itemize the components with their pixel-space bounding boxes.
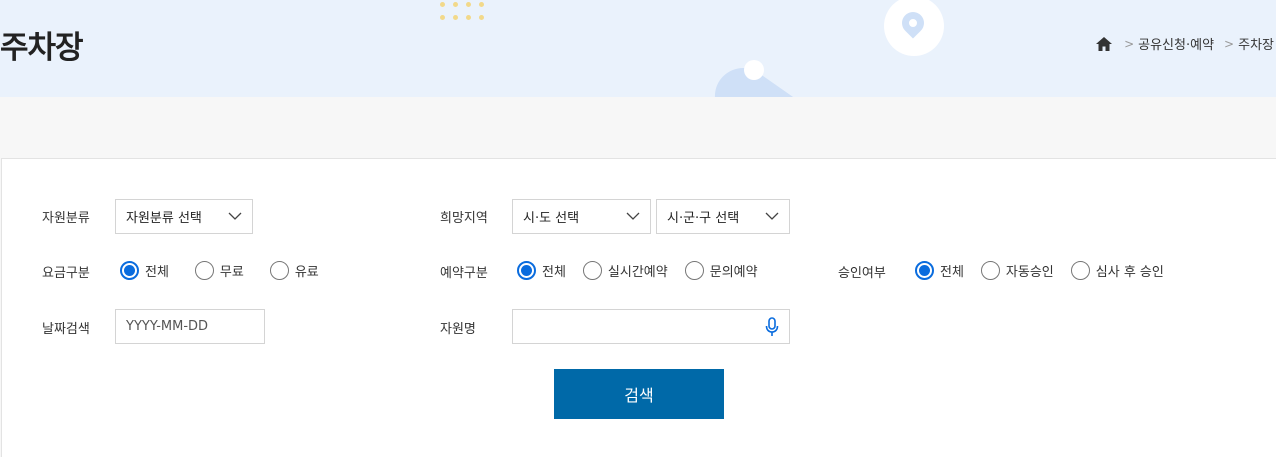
radio-label: 문의예약 — [709, 265, 758, 280]
radio-label: 전체 — [940, 265, 964, 280]
resource-name-input[interactable] — [512, 309, 790, 344]
radio-button[interactable] — [517, 261, 536, 280]
approval-radio-review[interactable]: 심사 후 승인 — [1070, 261, 1164, 280]
fee-radio-paid[interactable]: 유료 — [269, 261, 319, 280]
resource-type-value: 자원분류 선택 — [126, 211, 202, 226]
page-title: 주차장 — [0, 30, 84, 66]
radio-label: 실시간예약 — [607, 265, 668, 280]
reservation-label: 예약구분 — [440, 266, 488, 281]
decorative-dot — [744, 60, 764, 80]
radio-label: 전체 — [542, 265, 566, 280]
approval-radio-all[interactable]: 전체 — [915, 261, 964, 280]
city-value: 시·군·구 선택 — [667, 211, 740, 226]
resource-type-select[interactable]: 자원분류 선택 — [115, 199, 253, 234]
microphone-icon[interactable] — [764, 317, 780, 337]
radio-button[interactable] — [915, 261, 934, 280]
resource-type-label: 자원분류 — [42, 211, 90, 226]
home-icon[interactable] — [1096, 36, 1113, 51]
fee-radio-free[interactable]: 무료 — [194, 261, 244, 280]
reservation-radio-group: 전체 실시간예약 문의예약 — [517, 261, 758, 280]
radio-label: 전체 — [145, 265, 169, 280]
search-button[interactable]: 검색 — [554, 369, 724, 419]
approval-radio-auto[interactable]: 자동승인 — [980, 261, 1054, 280]
decorative-dots — [440, 2, 490, 24]
approval-radio-group: 전체 자동승인 심사 후 승인 — [915, 261, 1164, 280]
reservation-radio-realtime[interactable]: 실시간예약 — [582, 261, 668, 280]
breadcrumb-item-current[interactable]: 주차장 — [1238, 34, 1274, 53]
chevron-down-icon — [626, 212, 640, 220]
decorative-shape — [703, 57, 835, 97]
radio-button[interactable] — [1070, 261, 1090, 280]
chevron-down-icon — [765, 212, 779, 220]
chevron-right-icon: > — [1224, 36, 1235, 51]
radio-button[interactable] — [684, 261, 704, 280]
radio-label: 심사 후 승인 — [1095, 265, 1164, 280]
city-select[interactable]: 시·군·구 선택 — [656, 199, 790, 234]
radio-label: 자동승인 — [1005, 265, 1054, 280]
radio-button[interactable] — [194, 261, 214, 280]
radio-label: 무료 — [219, 265, 244, 280]
region-label: 희망지역 — [440, 211, 488, 226]
chevron-right-icon: > — [1124, 36, 1135, 51]
approval-label: 승인여부 — [838, 266, 886, 281]
radio-label: 유료 — [294, 265, 319, 280]
fee-label: 요금구분 — [42, 266, 90, 281]
radio-button[interactable] — [582, 261, 602, 280]
province-select[interactable]: 시·도 선택 — [512, 199, 651, 234]
radio-button[interactable] — [980, 261, 1000, 280]
radio-button[interactable] — [269, 261, 289, 280]
breadcrumb: > 공유신청·예약 > 주차장 — [1096, 34, 1274, 53]
page-header: 주차장 > 공유신청·예약 > 주차장 — [0, 0, 1276, 97]
reservation-radio-all[interactable]: 전체 — [517, 261, 566, 280]
date-input[interactable] — [115, 309, 265, 344]
province-value: 시·도 선택 — [523, 211, 580, 226]
date-label: 날짜검색 — [42, 322, 90, 337]
fee-radio-group: 전체 무료 유료 — [120, 261, 319, 280]
resource-name-label: 자원명 — [440, 322, 476, 337]
fee-radio-all[interactable]: 전체 — [120, 261, 169, 280]
breadcrumb-item[interactable]: 공유신청·예약 — [1138, 34, 1214, 53]
reservation-radio-inquiry[interactable]: 문의예약 — [684, 261, 758, 280]
radio-button[interactable] — [120, 261, 139, 280]
chevron-down-icon — [228, 212, 242, 220]
